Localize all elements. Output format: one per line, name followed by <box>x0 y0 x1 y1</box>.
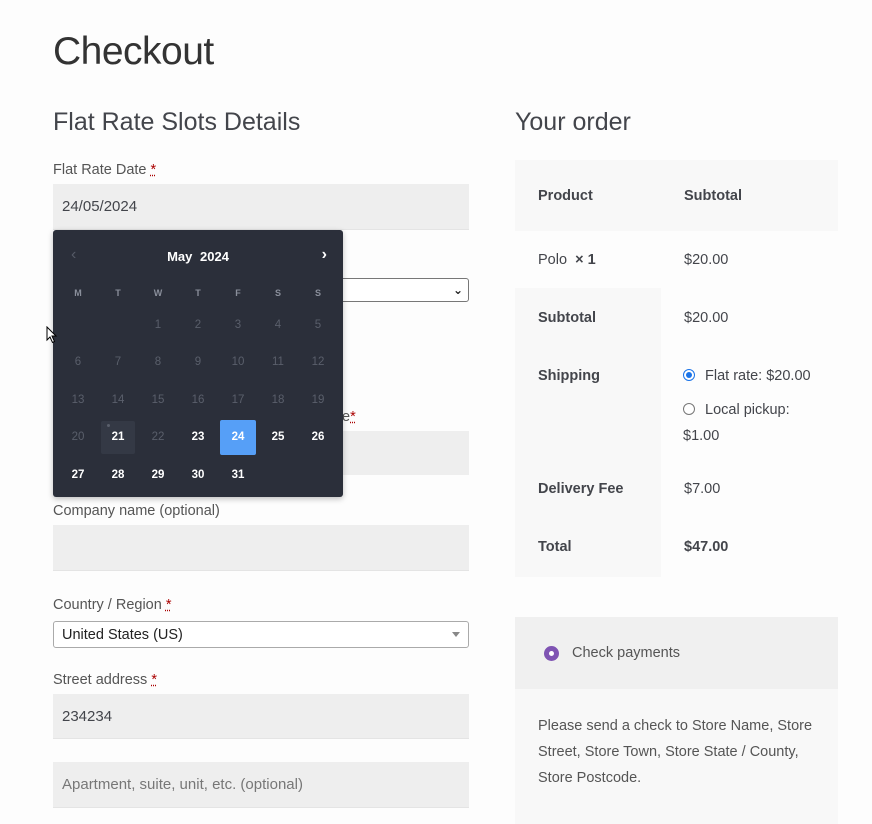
calendar-weekday: W <box>153 288 163 298</box>
calendar-weekday: T <box>195 288 201 298</box>
calendar-day-5: 5 <box>314 318 322 331</box>
payment-description: Please send a check to Store Name, Store… <box>538 718 813 786</box>
calendar-day-9: 9 <box>194 356 202 369</box>
calendar-day-14: 14 <box>111 393 125 406</box>
apartment-input[interactable]: Apartment, suite, unit, etc. (optional) <box>53 762 469 808</box>
company-name-input[interactable] <box>53 525 469 571</box>
flat-rate-date-input[interactable]: 24/05/2024 <box>53 184 469 230</box>
calendar-day-12: 12 <box>311 356 325 369</box>
calendar-day-23[interactable]: 23 <box>178 419 218 457</box>
calendar-day-4: 4 <box>274 318 282 331</box>
calendar-day-19: 19 <box>311 393 325 406</box>
payment-method-check[interactable]: Check payments <box>515 617 838 689</box>
calendar-day-22: 22 <box>151 431 165 444</box>
total-value: $47.00 <box>684 539 729 555</box>
calendar-empty-cell <box>98 306 138 344</box>
calendar-day-28[interactable]: 28 <box>98 456 138 494</box>
delivery-fee-label: Delivery Fee <box>538 481 624 497</box>
radio-selected-icon[interactable] <box>544 645 559 661</box>
calendar-day-2: 2 <box>194 318 202 331</box>
subtotal-label: Subtotal <box>538 310 596 326</box>
chevron-down-icon: ⌄ <box>452 283 463 297</box>
partial-input[interactable] <box>342 431 469 475</box>
flat-rate-date-label: Flat Rate Date * <box>53 162 157 178</box>
radio-unchecked-icon[interactable] <box>683 403 695 415</box>
order-table: Product Subtotal Polo × 1 $20.00 <box>515 160 838 288</box>
calendar-day-3: 3 <box>234 318 242 331</box>
shipping-label: Shipping <box>538 368 601 384</box>
calendar-empty-cell <box>58 306 98 344</box>
calendar-weekday: M <box>74 288 82 298</box>
calendar-day-6: 6 <box>74 356 82 369</box>
slots-details-heading: Flat Rate Slots Details <box>53 108 301 136</box>
delivery-fee-value: $7.00 <box>684 481 721 497</box>
total-label: Total <box>538 539 572 555</box>
street-address-input[interactable]: 234234 <box>53 694 469 739</box>
calendar-month-year: May 2024 <box>53 249 343 264</box>
item-price: $20.00 <box>684 251 729 268</box>
company-name-label: Company name (optional) <box>53 503 220 519</box>
order-table-header: Product Subtotal <box>515 160 838 231</box>
calendar-day-16: 16 <box>191 393 205 406</box>
mouse-cursor-icon <box>46 326 58 344</box>
shipping-option-flat-rate[interactable]: Flat rate: $20.00 <box>683 368 811 384</box>
calendar-weekday: T <box>115 288 121 298</box>
col-subtotal: Subtotal <box>684 187 742 204</box>
calendar-day-1: 1 <box>154 318 162 331</box>
next-month-icon[interactable]: › <box>322 246 327 264</box>
calendar-days: 1 2 3 4 5 6 7 8 9 10 11 12 13 14 15 16 17 18 19 20 21 22 23 24 2… <box>58 306 338 494</box>
calendar-day-15: 15 <box>151 393 165 406</box>
radio-checked-icon[interactable] <box>683 369 695 381</box>
calendar-day-31[interactable]: 31 <box>218 456 258 494</box>
country-select[interactable]: United States (US) <box>53 621 469 648</box>
payment-method-label: Check payments <box>572 645 680 661</box>
field-label-partial: e* <box>342 409 356 425</box>
calendar-day-26[interactable]: 26 <box>298 419 338 457</box>
item-name: Polo × 1 <box>515 251 661 268</box>
calendar-day-29[interactable]: 29 <box>138 456 178 494</box>
street-address-label: Street address * <box>53 672 157 688</box>
subtotal-value: $20.00 <box>684 310 729 326</box>
your-order-heading: Your order <box>515 108 631 136</box>
calendar-day-8: 8 <box>154 356 162 369</box>
calendar-day-30[interactable]: 30 <box>178 456 218 494</box>
country-label: Country / Region * <box>53 597 172 613</box>
calendar-day-21: 21 <box>101 420 135 454</box>
date-picker-calendar: ‹ May 2024 › MTWTFSS 1 2 3 4 5 6 7 8 9 10 11 12 13 14… <box>53 230 343 497</box>
calendar-day-20: 20 <box>71 431 85 444</box>
calendar-weekday: F <box>235 288 241 298</box>
page-title: Checkout <box>53 30 214 73</box>
required-mark: * <box>150 162 157 178</box>
calendar-weekdays: MTWTFSS <box>58 285 338 301</box>
calendar-day-10: 10 <box>231 356 245 369</box>
order-item-row: Polo × 1 $20.00 <box>515 231 838 288</box>
calendar-day-27[interactable]: 27 <box>58 456 98 494</box>
calendar-weekday: S <box>314 288 321 298</box>
calendar-day-17: 17 <box>231 393 245 406</box>
calendar-day-11: 11 <box>272 356 284 369</box>
calendar-day-7: 7 <box>114 356 122 369</box>
col-product: Product <box>538 187 593 204</box>
calendar-day-24[interactable]: 24 <box>220 419 256 455</box>
calendar-day-13: 13 <box>71 393 85 406</box>
calendar-day-25[interactable]: 25 <box>258 419 298 457</box>
country-value: United States (US) <box>62 626 183 643</box>
calendar-month[interactable]: May <box>167 249 192 264</box>
order-label-column <box>515 288 661 577</box>
calendar-year[interactable]: 2024 <box>200 249 229 264</box>
calendar-day-18: 18 <box>271 393 285 406</box>
caret-down-icon <box>452 632 460 637</box>
payment-methods: Check payments Please send a check to St… <box>515 617 838 824</box>
time-slot-select[interactable]: ⌄ <box>340 278 469 302</box>
calendar-weekday: S <box>274 288 281 298</box>
shipping-option-local-pickup[interactable]: Local pickup: $1.00 <box>683 397 833 449</box>
